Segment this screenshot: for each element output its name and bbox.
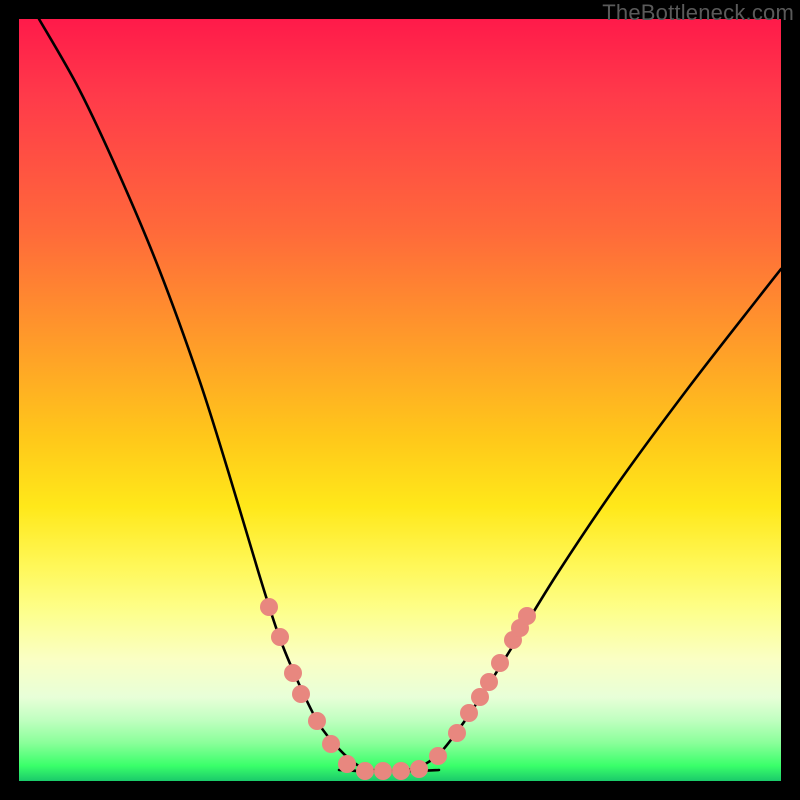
marker-dot (460, 704, 478, 722)
marker-dot (374, 762, 392, 780)
marker-dot (292, 685, 310, 703)
marker-dot (448, 724, 466, 742)
marker-dot (429, 747, 447, 765)
curve-layer (39, 19, 781, 771)
series-right-curve (399, 269, 781, 771)
series-left-curve (39, 19, 379, 771)
marker-dot (518, 607, 536, 625)
marker-dot (322, 735, 340, 753)
chart-frame (19, 19, 781, 781)
marker-dot (260, 598, 278, 616)
marker-layer (260, 598, 536, 780)
marker-dot (491, 654, 509, 672)
marker-dot (471, 688, 489, 706)
marker-dot (271, 628, 289, 646)
marker-dot (284, 664, 302, 682)
marker-dot (480, 673, 498, 691)
marker-dot (410, 760, 428, 778)
chart-svg (19, 19, 781, 781)
marker-dot (356, 762, 374, 780)
marker-dot (338, 755, 356, 773)
marker-dot (392, 762, 410, 780)
marker-dot (308, 712, 326, 730)
